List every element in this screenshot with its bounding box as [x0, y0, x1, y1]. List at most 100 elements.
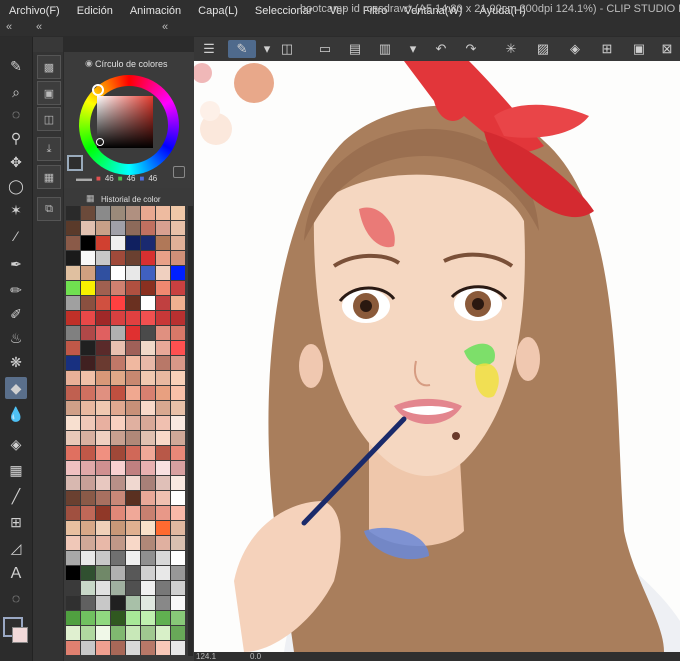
color-swatch[interactable]	[81, 521, 96, 536]
crop-icon[interactable]: ▣	[630, 40, 648, 58]
undo-icon[interactable]: ↶	[432, 40, 450, 58]
move-icon[interactable]: ✥	[5, 151, 27, 173]
color-swatch[interactable]	[126, 461, 141, 476]
color-swatch[interactable]	[156, 506, 171, 521]
color-swatch[interactable]	[126, 566, 141, 581]
color-swatch[interactable]	[171, 596, 186, 611]
color-swatch[interactable]	[66, 386, 81, 401]
color-swatch[interactable]	[141, 401, 156, 416]
menu-archivo[interactable]: Archivo(F)	[0, 0, 68, 20]
color-swatch[interactable]	[156, 356, 171, 371]
color-swatch[interactable]	[141, 206, 156, 221]
color-swatch[interactable]	[156, 386, 171, 401]
color-swatch[interactable]	[96, 266, 111, 281]
color-swatch[interactable]	[81, 581, 96, 596]
color-swatch[interactable]	[171, 296, 186, 311]
color-swatch[interactable]	[111, 581, 126, 596]
color-swatch[interactable]	[156, 221, 171, 236]
color-swatch[interactable]	[141, 521, 156, 536]
color-swatch[interactable]	[81, 626, 96, 641]
chevron-down-icon[interactable]: ▾	[258, 40, 276, 58]
lasso-icon[interactable]: ◯	[5, 175, 27, 197]
color-swatch[interactable]	[141, 236, 156, 251]
color-swatch[interactable]	[126, 206, 141, 221]
color-swatch[interactable]	[126, 581, 141, 596]
color-swatch[interactable]	[126, 326, 141, 341]
color-swatch[interactable]	[111, 386, 126, 401]
color-swatch[interactable]	[126, 491, 141, 506]
color-swatch[interactable]	[81, 611, 96, 626]
color-swatch[interactable]	[141, 506, 156, 521]
color-swatch[interactable]	[111, 236, 126, 251]
menu-icon[interactable]: ☰	[200, 40, 218, 58]
color-swatch[interactable]	[66, 551, 81, 566]
b-value[interactable]: 46	[148, 174, 157, 183]
color-swatch[interactable]	[156, 341, 171, 356]
color-swatch[interactable]	[111, 266, 126, 281]
color-swatch[interactable]	[96, 281, 111, 296]
color-swatch[interactable]	[156, 311, 171, 326]
color-swatch[interactable]	[126, 311, 141, 326]
color-swatch[interactable]	[81, 641, 96, 656]
color-swatch[interactable]	[141, 356, 156, 371]
line-icon[interactable]: ╱	[5, 485, 27, 507]
color-swatch[interactable]	[66, 566, 81, 581]
pencil-icon[interactable]: ✏	[5, 279, 27, 301]
color-swatch[interactable]	[171, 536, 186, 551]
history-scrollbar[interactable]	[188, 206, 193, 656]
color-swatch[interactable]	[141, 266, 156, 281]
fill-bucket-icon[interactable]: ◈	[566, 40, 584, 58]
panel-icon-import[interactable]: ⤓	[37, 137, 61, 161]
color-swatch[interactable]	[111, 476, 126, 491]
hue-handle[interactable]	[92, 84, 104, 96]
color-swatch[interactable]	[141, 221, 156, 236]
color-swatch[interactable]	[111, 461, 126, 476]
color-swatch[interactable]	[96, 371, 111, 386]
color-swatch[interactable]	[141, 251, 156, 266]
magnify-icon[interactable]: ⚲	[5, 127, 27, 149]
color-swatch[interactable]	[126, 281, 141, 296]
gradient-icon[interactable]: ▦	[5, 459, 27, 481]
color-swatch[interactable]	[141, 611, 156, 626]
color-swatch[interactable]	[141, 416, 156, 431]
color-swatch[interactable]	[126, 401, 141, 416]
color-swatch[interactable]	[141, 461, 156, 476]
color-swatch[interactable]	[156, 416, 171, 431]
color-swatch[interactable]	[156, 281, 171, 296]
color-swatch[interactable]	[96, 416, 111, 431]
color-swatch[interactable]	[81, 356, 96, 371]
color-swatch[interactable]	[66, 371, 81, 386]
color-swatch[interactable]	[156, 536, 171, 551]
color-swatch[interactable]	[171, 626, 186, 641]
color-swatch[interactable]	[171, 551, 186, 566]
color-swatch[interactable]	[111, 431, 126, 446]
color-swatch[interactable]	[126, 266, 141, 281]
color-swatch[interactable]	[66, 416, 81, 431]
color-swatch[interactable]	[96, 506, 111, 521]
color-swatch[interactable]	[96, 476, 111, 491]
panel-icon-frame[interactable]: ▣	[37, 81, 61, 105]
color-swatch[interactable]	[66, 641, 81, 656]
color-swatch[interactable]	[96, 206, 111, 221]
color-swatch[interactable]	[81, 371, 96, 386]
color-swatch[interactable]	[96, 491, 111, 506]
color-swatch[interactable]	[111, 326, 126, 341]
color-swatch[interactable]	[66, 266, 81, 281]
color-swatch[interactable]	[81, 596, 96, 611]
color-swatch[interactable]	[66, 461, 81, 476]
color-swatch[interactable]	[111, 221, 126, 236]
color-swatch[interactable]	[126, 626, 141, 641]
color-swatch[interactable]	[141, 491, 156, 506]
color-swatch[interactable]	[156, 521, 171, 536]
color-swatch[interactable]	[156, 401, 171, 416]
color-swatch[interactable]	[171, 476, 186, 491]
spinner-icon[interactable]: ✳	[502, 40, 520, 58]
color-swatch[interactable]	[111, 521, 126, 536]
color-swatch[interactable]	[96, 611, 111, 626]
select-icon[interactable]: ▨	[534, 40, 552, 58]
color-swatch[interactable]	[111, 536, 126, 551]
color-swatch[interactable]	[111, 551, 126, 566]
color-swatch[interactable]	[156, 461, 171, 476]
color-swatch[interactable]	[66, 206, 81, 221]
color-swatch[interactable]	[126, 506, 141, 521]
